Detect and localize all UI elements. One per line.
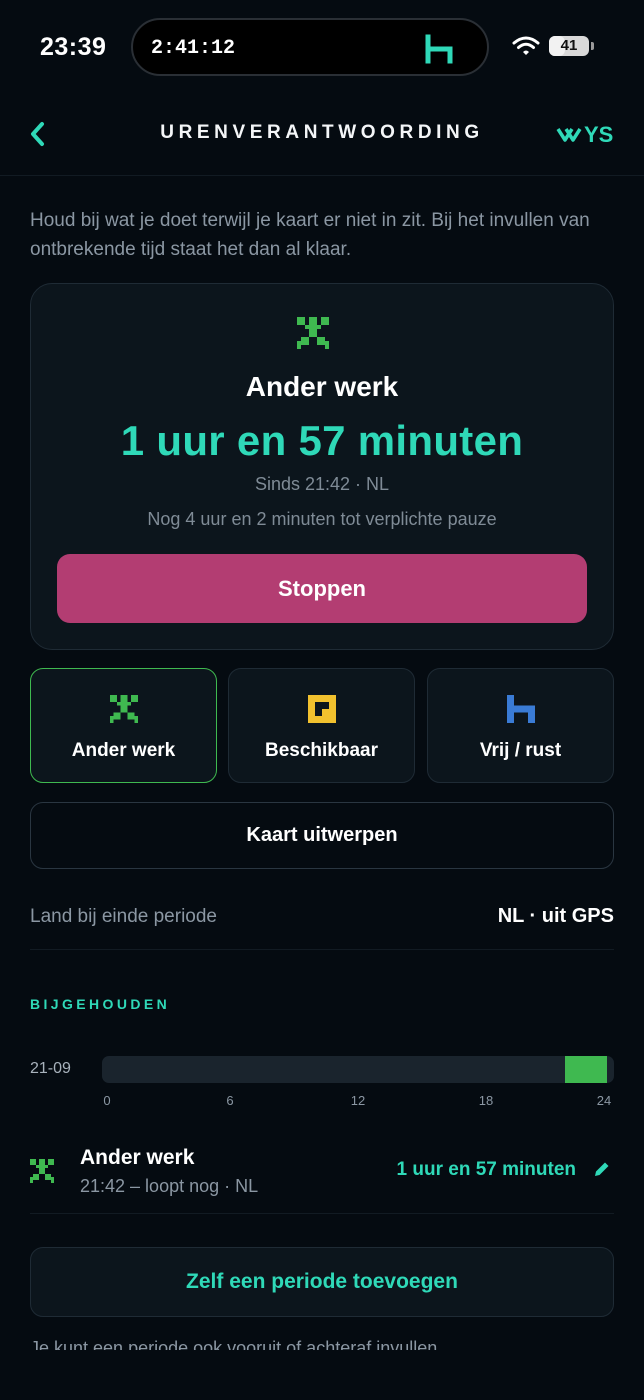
stop-button[interactable]: Stoppen xyxy=(57,554,587,623)
activity-vrij-rust[interactable]: Vrij / rust xyxy=(427,668,614,783)
timeline-track xyxy=(102,1056,614,1083)
timeline-tick-label: 18 xyxy=(478,1093,494,1108)
timeline-segment xyxy=(564,1056,607,1083)
pencil-icon[interactable] xyxy=(592,1159,612,1184)
activity-label: Beschikbaar xyxy=(264,740,378,761)
battery-cap xyxy=(591,42,594,50)
footnote: Je kunt een periode ook vooruit of achte… xyxy=(30,1338,443,1350)
timeline-tick-label: 12 xyxy=(350,1093,366,1108)
activity-label: Ander werk xyxy=(71,740,176,761)
current-duration: 1 uur en 57 minuten xyxy=(120,417,524,464)
status-time: 23:39 xyxy=(40,33,107,61)
activity-beschikbaar[interactable]: Beschikbaar xyxy=(228,668,415,783)
square-icon xyxy=(229,695,414,723)
section-title-tracked: BIJGEHOUDEN xyxy=(30,996,171,1012)
timeline-tick-label: 6 xyxy=(226,1093,234,1108)
footnote-container: Je kunt een periode ook vooruit of achte… xyxy=(30,1338,614,1350)
h-logo-icon xyxy=(425,34,455,69)
country-value: NL · uit GPS xyxy=(497,905,614,927)
activity-label: Vrij / rust xyxy=(479,740,562,761)
country-row[interactable]: Land bij einde periode NL · uit GPS xyxy=(30,886,614,950)
country-label: Land bij einde periode xyxy=(30,906,217,927)
intro-text: Houd bij wat je doet terwijl je kaart er… xyxy=(30,210,590,260)
brand-text: YS xyxy=(584,122,613,145)
add-period-button[interactable]: Zelf een periode toevoegen xyxy=(30,1247,614,1317)
current-since: Sinds 21:42 · NL xyxy=(254,474,390,494)
battery-indicator: 41 xyxy=(549,36,589,56)
status-bar: 23:39 2:41:12 41 xyxy=(0,0,644,96)
hammers-icon xyxy=(297,317,329,354)
hammers-icon xyxy=(30,1159,54,1188)
page-title: URENVERANTWOORDING xyxy=(160,122,484,143)
eject-card-button[interactable]: Kaart uitwerpen xyxy=(30,802,614,869)
nav-bar: URENVERANTWOORDING YS xyxy=(0,96,644,176)
wifi-icon xyxy=(512,36,540,61)
bed-icon xyxy=(428,695,613,723)
hammers-icon xyxy=(31,695,216,723)
entry-subtitle: 21:42 – loopt nog · NL xyxy=(80,1176,259,1196)
battery-level: 41 xyxy=(560,37,578,54)
current-activity-name: Ander werk xyxy=(245,371,399,402)
pause-notice: Nog 4 uur en 2 minuten tot verplichte pa… xyxy=(147,509,497,529)
current-activity-card: Ander werk 1 uur en 57 minuten Sinds 21:… xyxy=(30,283,614,650)
activity-ander-werk[interactable]: Ander werk xyxy=(30,668,217,783)
dynamic-island[interactable]: 2:41:12 xyxy=(131,18,489,76)
timeline-date: 21-09 xyxy=(30,1060,71,1077)
live-activity-timer: 2:41:12 xyxy=(151,37,236,60)
entry-title: Ander werk xyxy=(80,1146,195,1169)
timeline-tick-label: 0 xyxy=(103,1093,111,1108)
brand-logo: YS xyxy=(556,121,618,150)
list-item[interactable]: Ander werk 21:42 – loopt nog · NL 1 uur … xyxy=(30,1134,614,1214)
entry-duration: 1 uur en 57 minuten xyxy=(396,1159,576,1180)
timeline-tick-label: 24 xyxy=(596,1093,612,1108)
